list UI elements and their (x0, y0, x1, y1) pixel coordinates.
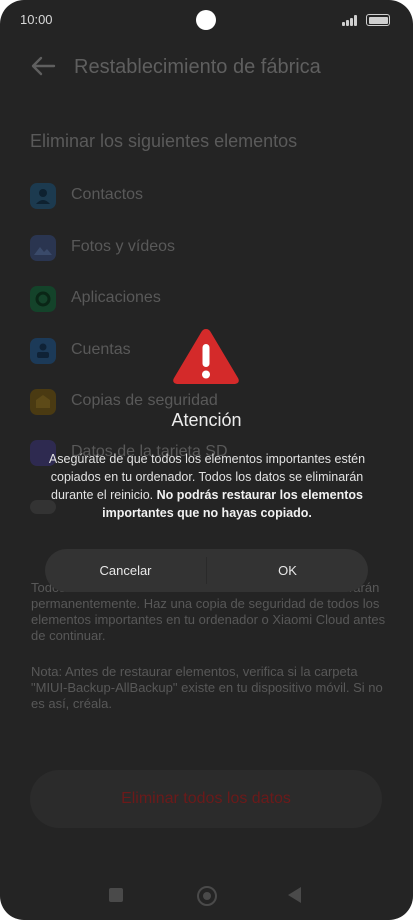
list-item-label: Fotos y vídeos (71, 238, 176, 255)
back-nav-icon[interactable] (288, 887, 301, 903)
delete-all-data-button[interactable]: Eliminar todos los datos (30, 770, 382, 828)
phone-screen: Restablecimiento de fábrica Eliminar los… (0, 0, 413, 920)
accounts-icon (30, 338, 56, 364)
front-camera (196, 10, 216, 30)
back-arrow-icon[interactable] (30, 54, 56, 78)
ok-button[interactable]: OK (207, 549, 368, 592)
battery-icon (366, 14, 390, 26)
dialog-title: Atención (171, 410, 242, 430)
section-title: Eliminar los siguientes elementos (30, 131, 298, 151)
status-time: 10:00 (20, 12, 53, 27)
note-paragraph: Nota: Antes de restaurar elementos, veri… (31, 664, 383, 711)
list-item-label: Cuentas (71, 341, 131, 358)
page-title: Restablecimiento de fábrica (74, 56, 321, 78)
cancel-button[interactable]: Cancelar (45, 549, 206, 592)
dialog-buttons: Cancelar OK (45, 549, 368, 592)
recent-apps-icon[interactable] (109, 888, 123, 902)
apps-icon (30, 286, 56, 312)
list-item-label: Contactos (71, 186, 144, 203)
list-item-label: Copias de seguridad (71, 392, 218, 409)
signal-icon (342, 14, 360, 26)
home-icon[interactable] (197, 886, 217, 906)
gallery-icon (30, 235, 56, 261)
contacts-icon (30, 183, 56, 209)
navigation-bar (0, 870, 413, 920)
dialog-message: Asegúrate de que todos los elementos imp… (42, 450, 372, 522)
status-bar: 10:00 (0, 0, 413, 40)
warning-icon (173, 329, 239, 384)
list-item-label: Aplicaciones (71, 289, 161, 306)
